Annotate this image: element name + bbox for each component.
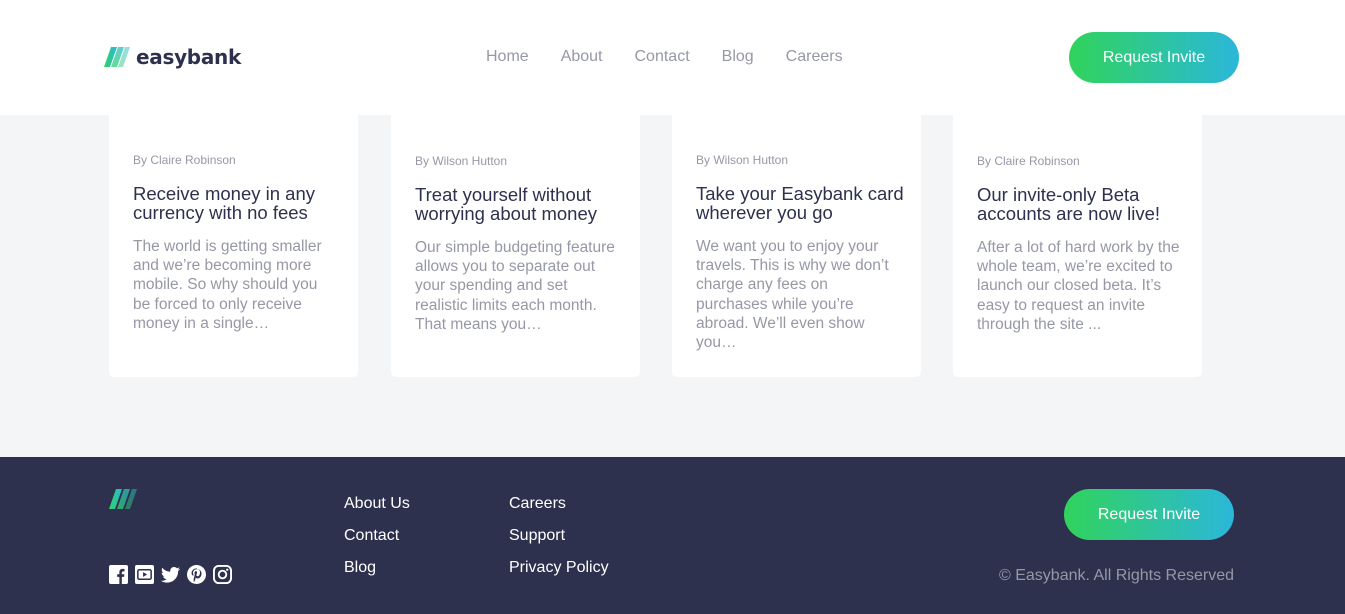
site-footer: About Us Contact Blog Careers Support Pr… bbox=[0, 457, 1345, 614]
article-title[interactable]: Take your Easybank card wherever you go bbox=[696, 184, 906, 222]
site-header: easybank Home About Contact Blog Careers… bbox=[0, 0, 1345, 115]
article-excerpt: The world is getting smaller and we’re b… bbox=[133, 238, 322, 332]
footer-link-privacy[interactable]: Privacy Policy bbox=[509, 558, 609, 578]
request-invite-button[interactable]: Request Invite bbox=[1069, 32, 1239, 83]
logo[interactable]: easybank bbox=[104, 45, 241, 69]
nav-blog[interactable]: Blog bbox=[722, 47, 754, 67]
article-author: By Wilson Hutton bbox=[415, 154, 508, 168]
nav-home[interactable]: Home bbox=[486, 47, 529, 67]
youtube-icon[interactable] bbox=[135, 565, 154, 584]
nav-about[interactable]: About bbox=[561, 47, 603, 67]
footer-link-about[interactable]: About Us bbox=[344, 494, 410, 514]
article-title[interactable]: Receive money in any currency with no fe… bbox=[133, 184, 343, 222]
copyright-text: © Easybank. All Rights Reserved bbox=[998, 567, 1234, 584]
nav-contact[interactable]: Contact bbox=[635, 47, 690, 67]
pinterest-icon[interactable] bbox=[187, 565, 206, 584]
article-card[interactable]: By Claire Robinson Receive money in any … bbox=[109, 115, 358, 377]
footer-link-support[interactable]: Support bbox=[509, 526, 609, 546]
article-author: By Wilson Hutton bbox=[696, 153, 789, 167]
article-card[interactable]: By Wilson Hutton Treat yourself without … bbox=[391, 115, 640, 377]
article-card[interactable]: By Claire Robinson Our invite-only Beta … bbox=[953, 115, 1202, 377]
article-author: By Claire Robinson bbox=[133, 153, 236, 167]
article-excerpt: We want you to enjoy your travels. This … bbox=[696, 238, 889, 352]
main-nav: Home About Contact Blog Careers bbox=[486, 47, 843, 67]
twitter-icon[interactable] bbox=[161, 565, 180, 584]
article-excerpt: Our simple budgeting feature allows you … bbox=[415, 239, 615, 333]
nav-careers[interactable]: Careers bbox=[786, 47, 843, 67]
footer-links-secondary: Careers Support Privacy Policy bbox=[509, 494, 609, 578]
article-title[interactable]: Our invite-only Beta accounts are now li… bbox=[977, 185, 1187, 223]
logo-mark-icon bbox=[104, 47, 130, 67]
footer-logo-icon[interactable] bbox=[109, 489, 139, 509]
articles-section: By Claire Robinson Receive money in any … bbox=[0, 115, 1345, 457]
footer-link-contact[interactable]: Contact bbox=[344, 526, 410, 546]
article-author: By Claire Robinson bbox=[977, 154, 1080, 168]
footer-request-invite-button[interactable]: Request Invite bbox=[1064, 489, 1234, 540]
footer-links-primary: About Us Contact Blog bbox=[344, 494, 410, 578]
instagram-icon[interactable] bbox=[213, 565, 232, 584]
article-excerpt: After a lot of hard work by the whole te… bbox=[977, 239, 1180, 333]
article-card[interactable]: By Wilson Hutton Take your Easybank card… bbox=[672, 115, 921, 377]
footer-link-careers[interactable]: Careers bbox=[509, 494, 609, 514]
logo-text: easybank bbox=[136, 45, 241, 69]
footer-link-blog[interactable]: Blog bbox=[344, 558, 410, 578]
article-title[interactable]: Treat yourself without worrying about mo… bbox=[415, 185, 625, 223]
social-links bbox=[109, 565, 232, 584]
facebook-icon[interactable] bbox=[109, 565, 128, 584]
